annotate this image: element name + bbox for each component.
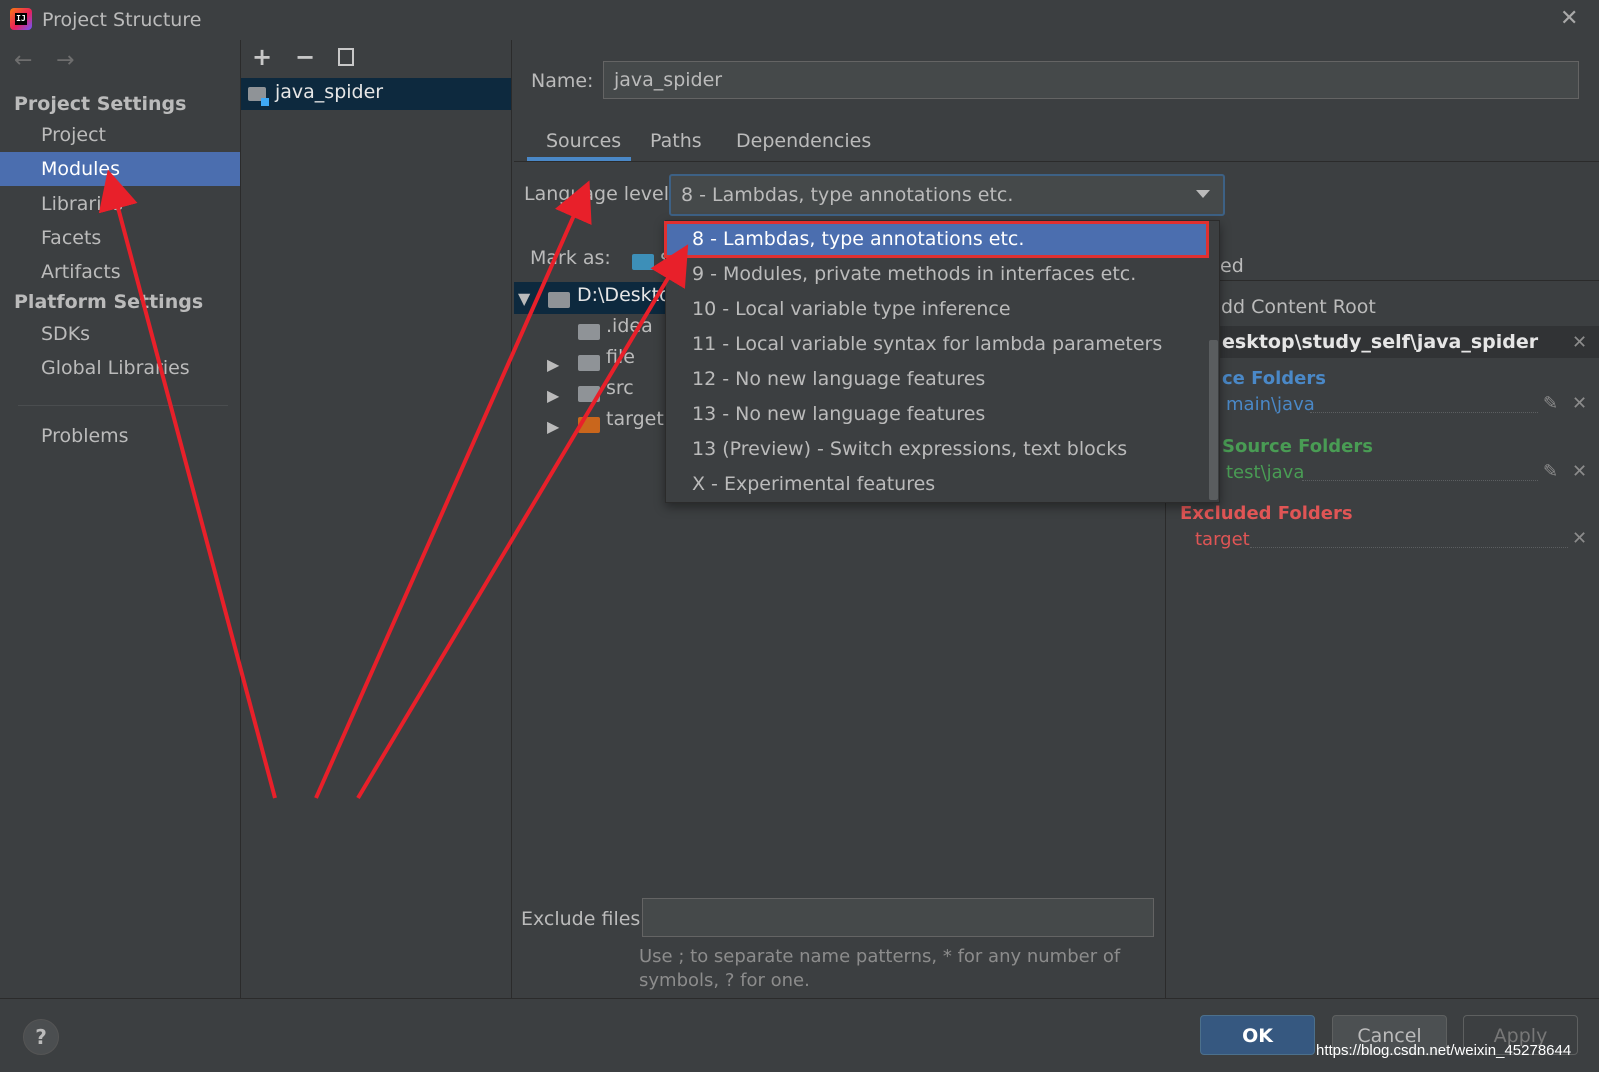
name-label: Name: [531,70,594,92]
remove-icon[interactable]: − [295,43,315,71]
pencil-icon[interactable]: ✎ [1543,393,1558,414]
language-option-9[interactable]: 9 - Modules, private methods in interfac… [665,257,1208,292]
language-level-label: Language level: [524,183,676,205]
back-arrow-icon[interactable]: ← [14,48,32,73]
close-icon[interactable]: ✕ [1572,528,1587,549]
tree-item-src[interactable]: src [606,377,634,399]
dotted-leader [1310,411,1538,413]
language-option-13-preview[interactable]: 13 (Preview) - Switch expressions, text … [665,432,1208,467]
tree-item-idea[interactable]: .idea [606,315,653,337]
expand-arrow-icon[interactable]: ▶ [547,355,559,374]
tab-divider [514,161,1599,162]
mark-excluded-button[interactable]: ed [1220,255,1244,277]
folder-icon [578,386,600,402]
tab-dependencies[interactable]: Dependencies [736,130,871,152]
module-list-panel [241,40,512,998]
project-settings-header: Project Settings [14,93,187,115]
excluded-folders-header: Excluded Folders [1180,503,1353,524]
module-name-field[interactable]: java_spider [603,61,1579,99]
exclude-hint-line-2: symbols, ? for one. [639,970,810,991]
expand-arrow-icon[interactable]: ▼ [518,289,530,308]
sources-folder-icon[interactable] [632,254,654,270]
excluded-folder-icon [578,417,600,433]
pencil-icon[interactable]: ✎ [1543,461,1558,482]
sidebar-item-facets[interactable]: Facets [0,221,240,255]
close-icon[interactable]: ✕ [1572,332,1587,353]
tree-item-target[interactable]: target [606,408,664,430]
test-folder-item: test\java [1226,462,1305,483]
window-title: Project Structure [42,9,202,31]
mark-as-label: Mark as: [530,247,611,269]
expand-arrow-icon[interactable]: ▶ [547,417,559,436]
dotted-leader [1302,479,1538,481]
sidebar-item-problems[interactable]: Problems [0,419,240,453]
folder-icon [548,292,570,308]
language-option-10[interactable]: 10 - Local variable type inference [665,292,1208,327]
language-option-8[interactable]: 8 - Lambdas, type annotations etc. [664,221,1209,258]
exclude-files-input[interactable] [642,898,1154,937]
sidebar-item-sdks[interactable]: SDKs [0,317,240,351]
language-level-dropdown[interactable]: 8 - Lambdas, type annotations etc. [669,174,1225,216]
excluded-folder-item: target [1195,529,1250,550]
content-root-path: esktop\study_self\java_spider [1222,331,1539,353]
forward-arrow-icon[interactable]: → [56,48,74,73]
sidebar-item-project[interactable]: Project [0,118,240,152]
add-content-root-button[interactable]: dd Content Root [1221,296,1376,318]
dotted-leader [1250,546,1568,548]
language-option-11[interactable]: 11 - Local variable syntax for lambda pa… [665,327,1208,362]
sidebar-item-global-libraries[interactable]: Global Libraries [0,351,240,385]
watermark-text: https://blog.csdn.net/weixin_45278644 [1316,1042,1572,1059]
sidebar-divider [18,405,228,406]
sidebar-item-artifacts[interactable]: Artifacts [0,255,240,289]
close-icon[interactable]: ✕ [1572,461,1587,482]
add-icon[interactable]: + [252,43,272,71]
popup-scrollbar[interactable] [1209,340,1218,500]
platform-settings-header: Platform Settings [14,291,204,313]
module-icon-badge [261,98,269,106]
tree-root-label: D:\Deskto [577,284,671,306]
title-bar [0,0,1599,40]
copy-icon[interactable] [338,48,354,66]
close-icon[interactable]: ✕ [1572,393,1587,414]
close-icon[interactable]: ✕ [1560,6,1578,31]
exclude-files-label: Exclude files: [521,908,647,930]
source-folder-item: main\java [1226,394,1315,415]
source-folders-header: ce Folders [1222,368,1326,389]
module-name: java_spider [275,81,384,103]
chevron-down-icon[interactable] [1196,190,1210,198]
ok-button[interactable]: OK [1200,1015,1315,1055]
tab-paths[interactable]: Paths [650,130,702,152]
tab-sources[interactable]: Sources [546,130,621,152]
tree-item-file[interactable]: file [606,346,635,368]
help-icon[interactable]: ? [23,1019,59,1055]
language-option-13[interactable]: 13 - No new language features [665,397,1208,432]
language-option-12[interactable]: 12 - No new language features [665,362,1208,397]
intellij-app-icon-glyph: IJ [15,13,27,25]
folder-icon [578,324,600,340]
pane-divider [1165,280,1599,281]
folder-icon [578,355,600,371]
exclude-hint-line-1: Use ; to separate name patterns, * for a… [639,946,1121,967]
sidebar-item-modules[interactable]: Modules [0,152,240,186]
language-option-x[interactable]: X - Experimental features [665,467,1208,502]
expand-arrow-icon[interactable]: ▶ [547,386,559,405]
sidebar-item-libraries[interactable]: Libraries [0,187,240,221]
test-source-folders-header: Source Folders [1222,436,1373,457]
